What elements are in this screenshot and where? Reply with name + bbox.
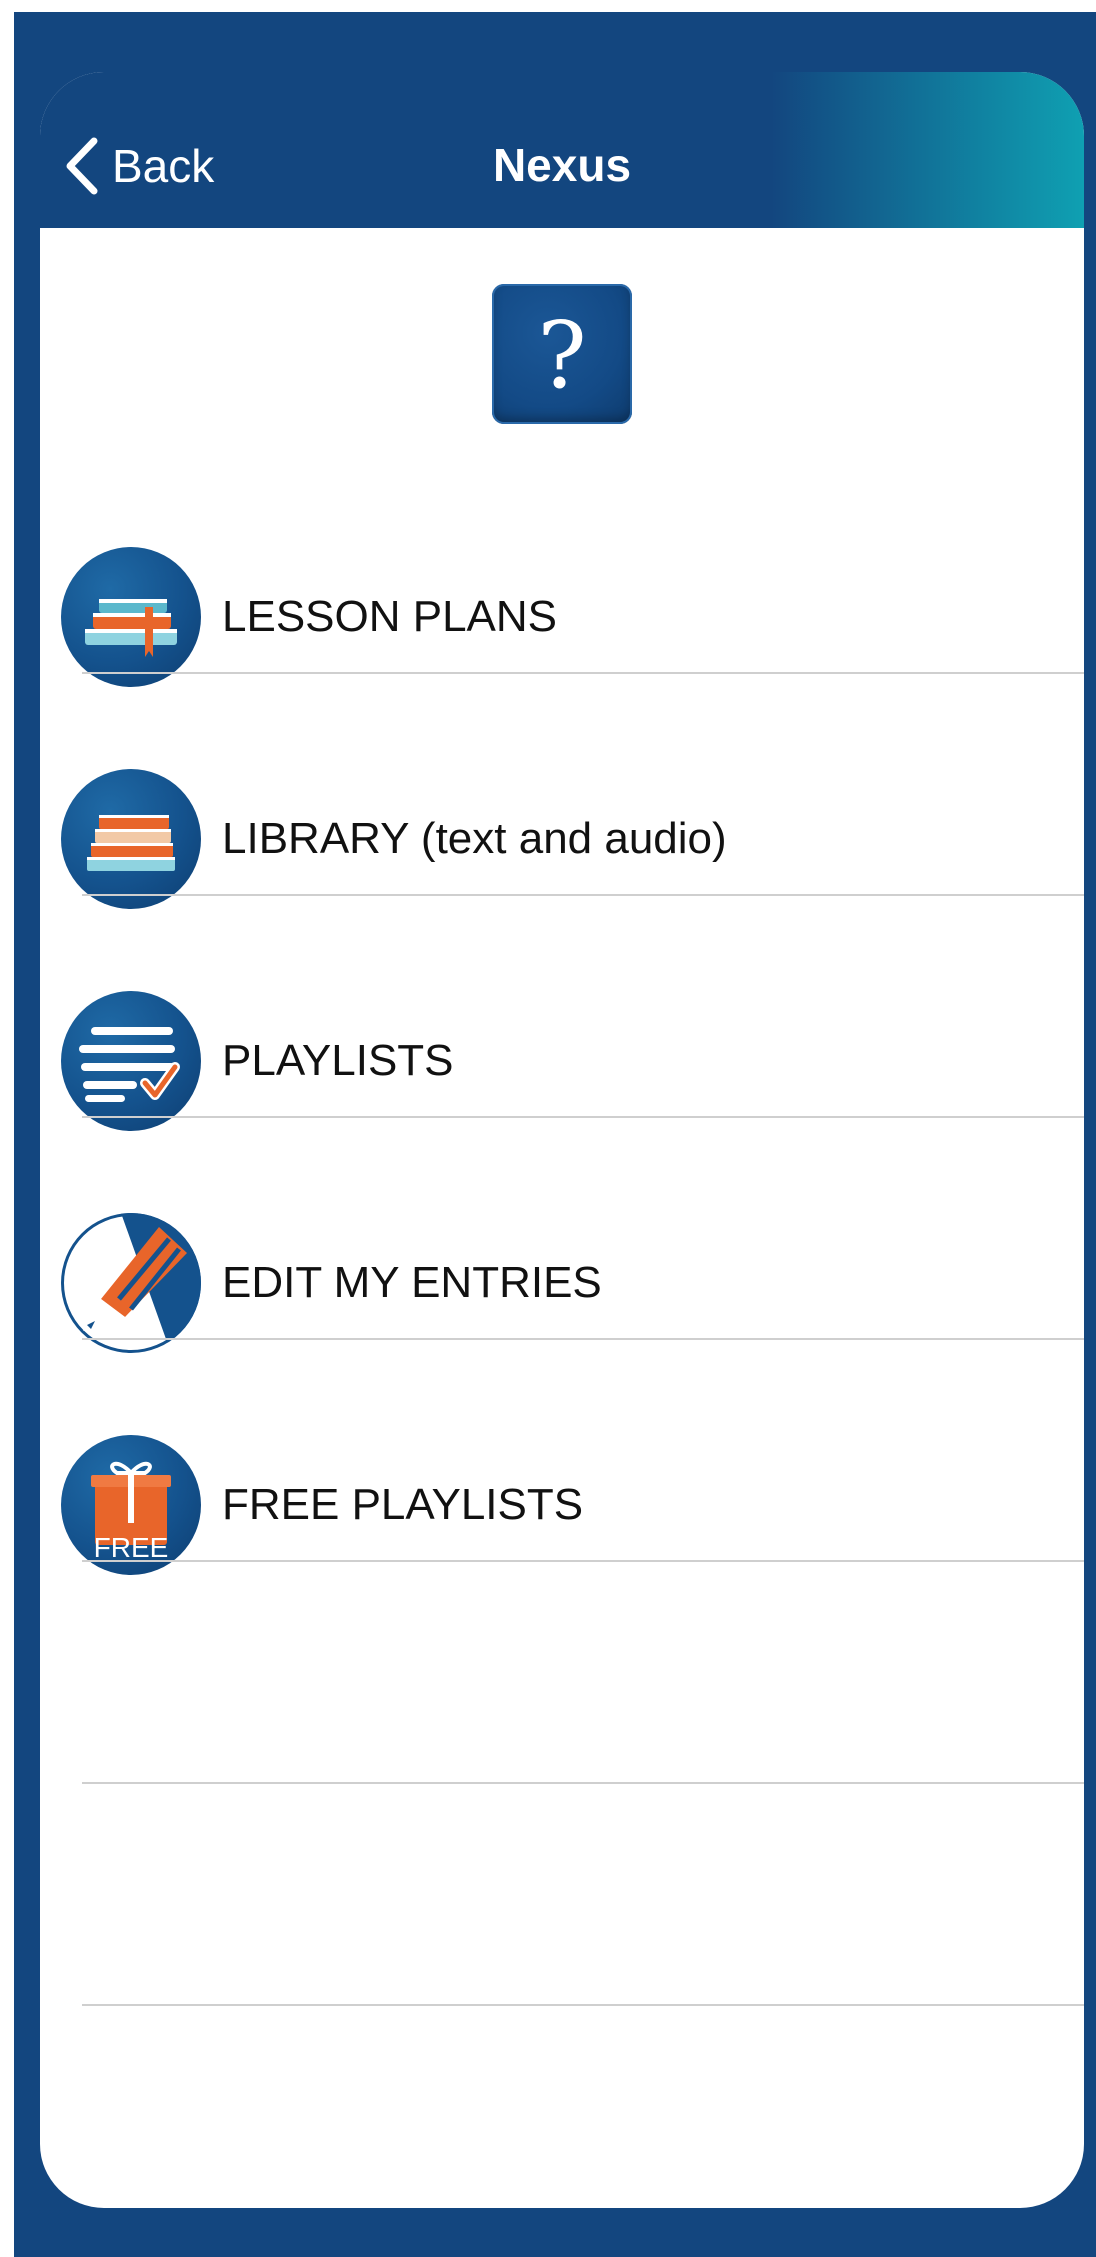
menu-item-label: EDIT MY ENTRIES — [222, 1258, 602, 1307]
row-divider — [82, 1338, 1084, 1340]
row-divider — [82, 1782, 1084, 1784]
menu-item-label: FREE PLAYLISTS — [222, 1480, 584, 1529]
menu-item-free-playlists[interactable]: FREE FREE PLAYLISTS — [40, 1366, 1084, 1588]
library-icon — [61, 769, 201, 909]
app-card: Back Nexus ? LESSON PLANS LIBRARY (text … — [40, 72, 1084, 2208]
menu-item-label: PLAYLISTS — [222, 1036, 454, 1085]
help-button[interactable]: ? — [492, 284, 632, 424]
playlists-icon — [61, 991, 201, 1131]
menu-item-label: LESSON PLANS — [222, 592, 558, 641]
menu-item-library[interactable]: LIBRARY (text and audio) — [40, 700, 1084, 922]
menu-item-label: LIBRARY (text and audio) — [222, 814, 727, 863]
row-divider — [82, 1116, 1084, 1118]
menu-item-lesson-plans[interactable]: LESSON PLANS — [40, 478, 1084, 700]
page-title: Nexus — [492, 139, 632, 191]
menu-item-edit-my-entries[interactable]: EDIT MY ENTRIES — [40, 1144, 1084, 1366]
menu-item-playlists[interactable]: PLAYLISTS — [40, 922, 1084, 1144]
free-icon-text: FREE — [94, 1532, 169, 1563]
free-gift-icon: FREE — [61, 1435, 201, 1575]
row-divider — [82, 1560, 1084, 1562]
nav-bar: Back Nexus — [40, 72, 1084, 228]
question-mark-icon: ? — [537, 302, 587, 409]
row-divider — [82, 672, 1084, 674]
row-divider — [82, 894, 1084, 896]
edit-pencil-icon — [61, 1213, 201, 1353]
lesson-plans-icon — [61, 547, 201, 687]
row-divider — [82, 2004, 1084, 2006]
